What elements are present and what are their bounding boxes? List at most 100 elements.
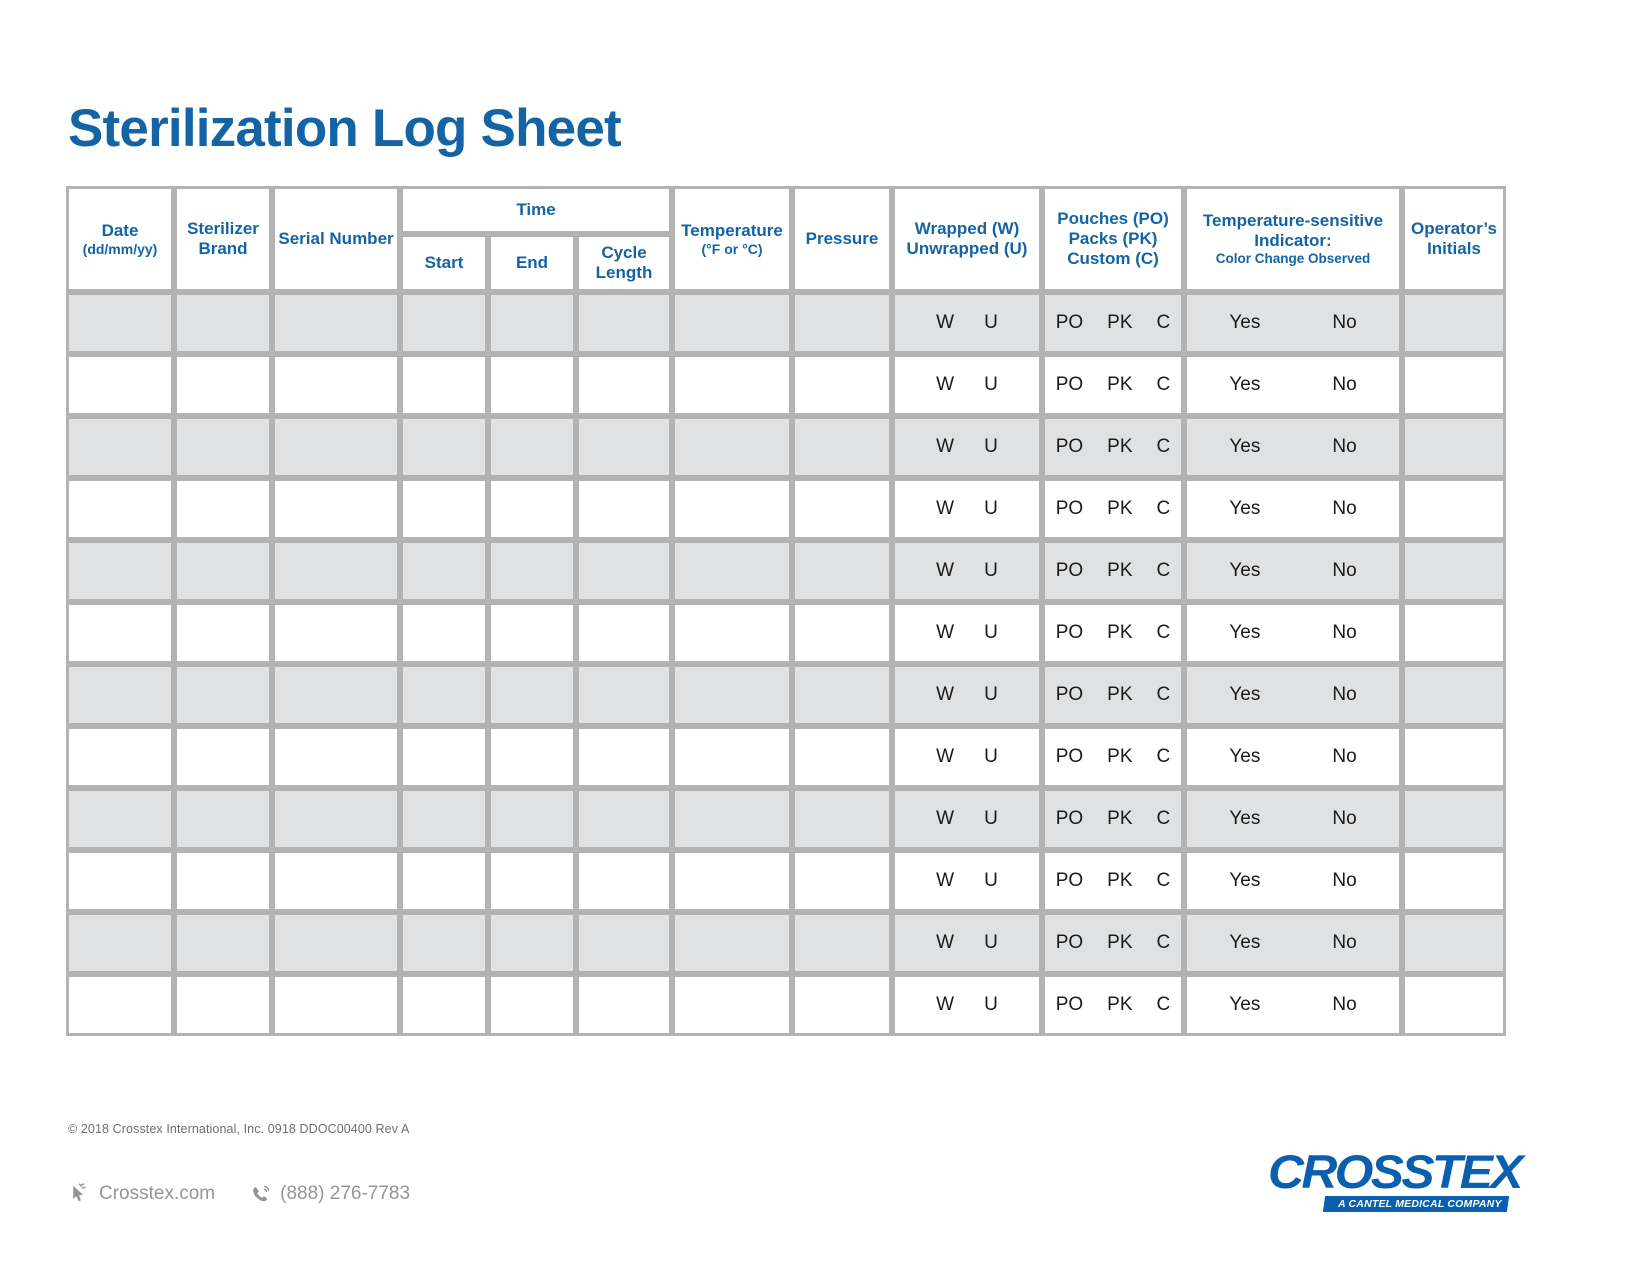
pouches-option[interactable]: PK <box>1107 684 1132 706</box>
indicator-option[interactable]: No <box>1332 498 1356 520</box>
cell-time-start[interactable] <box>400 974 488 1037</box>
pouches-option[interactable]: PK <box>1107 870 1132 892</box>
pouches-option[interactable]: PO <box>1056 870 1083 892</box>
cell-date[interactable] <box>66 602 174 665</box>
cell-date[interactable] <box>66 850 174 913</box>
footer-website[interactable]: Crosstex.com <box>68 1182 215 1206</box>
cell-time-end[interactable] <box>488 478 576 541</box>
cell-serial-number[interactable] <box>272 726 400 789</box>
cell-cycle-length[interactable] <box>576 974 672 1037</box>
cell-cycle-length[interactable] <box>576 540 672 603</box>
cell-time-end[interactable] <box>488 788 576 851</box>
wrapped-option[interactable]: U <box>984 932 998 954</box>
cell-serial-number[interactable] <box>272 850 400 913</box>
pouches-option[interactable]: C <box>1157 684 1171 706</box>
pouches-option[interactable]: PO <box>1056 932 1083 954</box>
pouches-option[interactable]: C <box>1157 622 1171 644</box>
wrapped-option[interactable]: U <box>984 622 998 644</box>
cell-pressure[interactable] <box>792 540 892 603</box>
pouches-option[interactable]: PO <box>1056 560 1083 582</box>
cell-time-start[interactable] <box>400 726 488 789</box>
wrapped-option[interactable]: W <box>936 870 954 892</box>
cell-time-start[interactable] <box>400 602 488 665</box>
cell-sterilizer-brand[interactable] <box>174 354 272 417</box>
cell-operator-initials[interactable] <box>1402 912 1506 975</box>
cell-operator-initials[interactable] <box>1402 292 1506 355</box>
pouches-option[interactable]: PO <box>1056 746 1083 768</box>
cell-temperature[interactable] <box>672 602 792 665</box>
cell-pressure[interactable] <box>792 602 892 665</box>
pouches-option[interactable]: PO <box>1056 808 1083 830</box>
wrapped-option[interactable]: U <box>984 684 998 706</box>
pouches-option[interactable]: PK <box>1107 560 1132 582</box>
wrapped-option[interactable]: U <box>984 808 998 830</box>
cell-time-end[interactable] <box>488 354 576 417</box>
cell-time-end[interactable] <box>488 974 576 1037</box>
cell-date[interactable] <box>66 478 174 541</box>
pouches-option[interactable]: PK <box>1107 436 1132 458</box>
cell-date[interactable] <box>66 292 174 355</box>
cell-pressure[interactable] <box>792 912 892 975</box>
wrapped-option[interactable]: W <box>936 684 954 706</box>
cell-operator-initials[interactable] <box>1402 540 1506 603</box>
cell-temperature[interactable] <box>672 664 792 727</box>
pouches-option[interactable]: PK <box>1107 932 1132 954</box>
cell-time-end[interactable] <box>488 540 576 603</box>
indicator-option[interactable]: No <box>1332 932 1356 954</box>
indicator-option[interactable]: No <box>1332 436 1356 458</box>
cell-serial-number[interactable] <box>272 664 400 727</box>
cell-pressure[interactable] <box>792 788 892 851</box>
wrapped-option[interactable]: W <box>936 436 954 458</box>
cell-cycle-length[interactable] <box>576 664 672 727</box>
cell-date[interactable] <box>66 974 174 1037</box>
cell-temperature[interactable] <box>672 478 792 541</box>
cell-time-start[interactable] <box>400 540 488 603</box>
pouches-option[interactable]: PO <box>1056 312 1083 334</box>
cell-sterilizer-brand[interactable] <box>174 416 272 479</box>
wrapped-option[interactable]: W <box>936 932 954 954</box>
cell-pressure[interactable] <box>792 354 892 417</box>
cell-pressure[interactable] <box>792 726 892 789</box>
wrapped-option[interactable]: U <box>984 994 998 1016</box>
indicator-option[interactable]: No <box>1332 374 1356 396</box>
pouches-option[interactable]: PO <box>1056 436 1083 458</box>
cell-cycle-length[interactable] <box>576 602 672 665</box>
pouches-option[interactable]: PO <box>1056 374 1083 396</box>
cell-date[interactable] <box>66 726 174 789</box>
wrapped-option[interactable]: U <box>984 498 998 520</box>
cell-serial-number[interactable] <box>272 292 400 355</box>
cell-temperature[interactable] <box>672 354 792 417</box>
pouches-option[interactable]: C <box>1157 374 1171 396</box>
indicator-option[interactable]: Yes <box>1229 374 1260 396</box>
cell-cycle-length[interactable] <box>576 354 672 417</box>
pouches-option[interactable]: PO <box>1056 994 1083 1016</box>
cell-time-end[interactable] <box>488 726 576 789</box>
cell-date[interactable] <box>66 788 174 851</box>
cell-temperature[interactable] <box>672 292 792 355</box>
cell-temperature[interactable] <box>672 850 792 913</box>
indicator-option[interactable]: Yes <box>1229 622 1260 644</box>
cell-operator-initials[interactable] <box>1402 478 1506 541</box>
cell-operator-initials[interactable] <box>1402 602 1506 665</box>
pouches-option[interactable]: PK <box>1107 808 1132 830</box>
cell-time-start[interactable] <box>400 912 488 975</box>
cell-sterilizer-brand[interactable] <box>174 850 272 913</box>
cell-sterilizer-brand[interactable] <box>174 664 272 727</box>
pouches-option[interactable]: C <box>1157 746 1171 768</box>
indicator-option[interactable]: Yes <box>1229 560 1260 582</box>
cell-cycle-length[interactable] <box>576 912 672 975</box>
wrapped-option[interactable]: U <box>984 436 998 458</box>
indicator-option[interactable]: No <box>1332 870 1356 892</box>
cell-pressure[interactable] <box>792 664 892 727</box>
pouches-option[interactable]: C <box>1157 436 1171 458</box>
cell-operator-initials[interactable] <box>1402 416 1506 479</box>
cell-time-start[interactable] <box>400 478 488 541</box>
pouches-option[interactable]: PK <box>1107 994 1132 1016</box>
cell-serial-number[interactable] <box>272 788 400 851</box>
cell-serial-number[interactable] <box>272 602 400 665</box>
cell-pressure[interactable] <box>792 478 892 541</box>
cell-temperature[interactable] <box>672 416 792 479</box>
cell-pressure[interactable] <box>792 416 892 479</box>
cell-time-end[interactable] <box>488 416 576 479</box>
indicator-option[interactable]: No <box>1332 746 1356 768</box>
